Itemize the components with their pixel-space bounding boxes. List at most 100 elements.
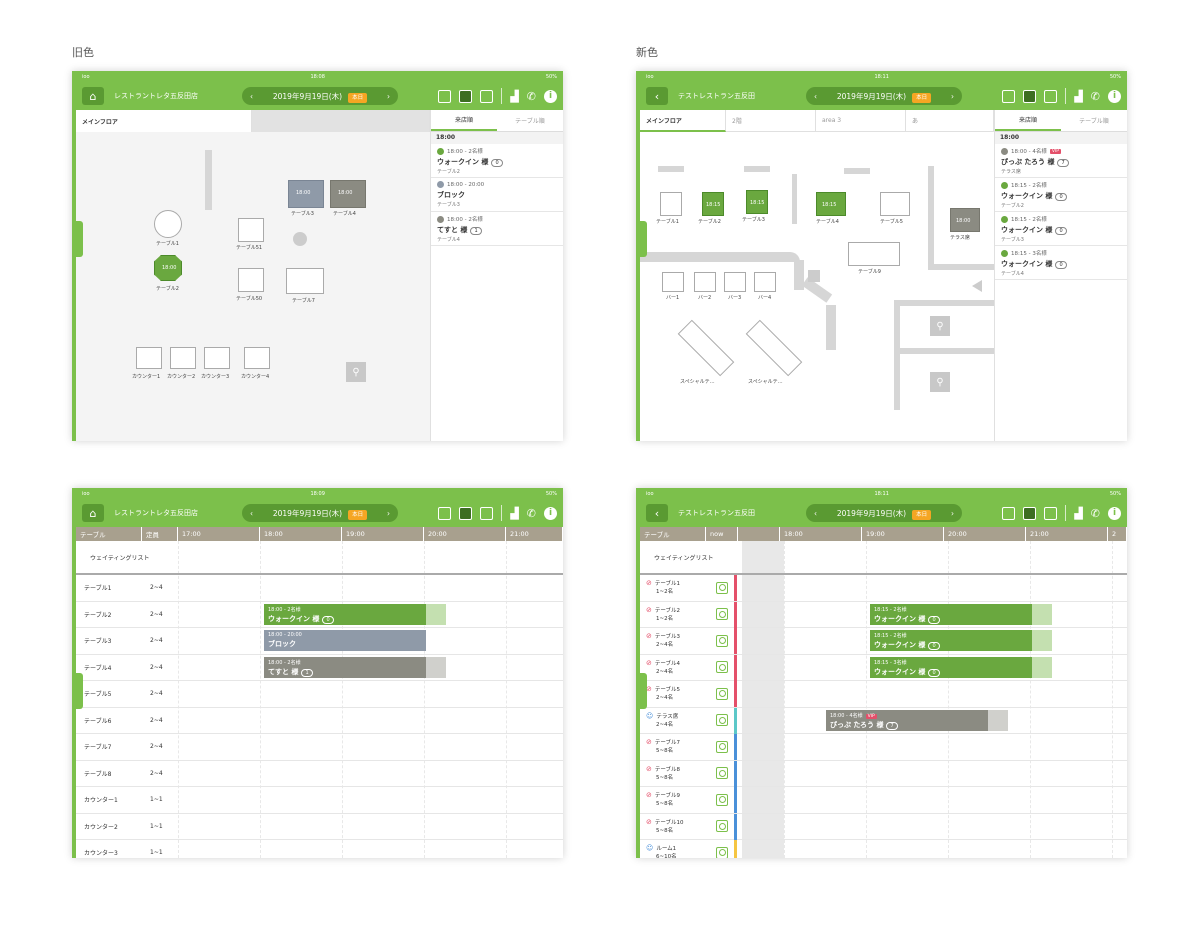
next-day-button[interactable]: › [387, 509, 390, 518]
table-51[interactable] [238, 218, 264, 242]
tab-table-order[interactable]: テーブル順 [1061, 110, 1127, 131]
list-item[interactable]: 18:00 - 2名様 ウォークイン 様 0 テーブル2 [431, 144, 563, 178]
seat-now-button[interactable] [716, 608, 728, 621]
list-item[interactable]: 18:15 - 3名様 ウォークイン 様 0 テーブル4 [995, 246, 1127, 280]
date-selector[interactable]: ‹ 2019年9月19日(木) 本日 › [806, 87, 962, 105]
date-selector[interactable]: ‹ 2019年9月19日(木) 本日 › [242, 504, 398, 522]
counter-3[interactable] [204, 347, 230, 369]
table-row[interactable]: ⊘ テーブル8 5~8名 [640, 760, 1127, 787]
seat-now-button[interactable] [716, 740, 728, 753]
table-row[interactable]: ⊘ テーブル5 2~4名 [640, 681, 1127, 708]
timeline-view-icon[interactable] [1023, 89, 1037, 103]
table-5[interactable] [880, 192, 910, 216]
seat-now-button[interactable] [716, 714, 728, 727]
reservation-bar[interactable]: 18:00 - 20:00 ブロック [264, 630, 426, 651]
prev-day-button[interactable]: ‹ [814, 509, 817, 518]
table-row[interactable]: カウンター2 1~1 [76, 814, 563, 840]
table-row[interactable]: カウンター1 1~1 [76, 787, 563, 814]
table-row[interactable]: テーブル5 2~4 [76, 681, 563, 708]
today-badge[interactable]: 本日 [912, 509, 932, 520]
table-1[interactable] [154, 210, 182, 238]
bar-1[interactable] [662, 272, 684, 292]
tab-main-floor[interactable]: メインフロア [640, 110, 726, 132]
table-row[interactable]: テーブル7 2~4 [76, 734, 563, 761]
prev-day-button[interactable]: ‹ [250, 509, 253, 518]
tab-table-order[interactable]: テーブル順 [497, 110, 563, 131]
table-row[interactable]: ⊘ テーブル7 5~8名 [640, 734, 1127, 761]
seat-now-button[interactable] [716, 767, 728, 780]
drawer-handle[interactable] [640, 673, 647, 709]
bar-2[interactable] [694, 272, 716, 292]
timeline-view-icon[interactable] [459, 506, 473, 520]
register-icon[interactable]: ▟ [1074, 507, 1082, 520]
home-button[interactable]: ⌂ [82, 87, 104, 105]
info-icon[interactable]: i [544, 89, 557, 103]
seat-now-button[interactable] [716, 820, 728, 833]
reservation-bar[interactable]: 18:00 - 2名様 ウォークイン 様0 [264, 603, 426, 625]
tab-main-floor[interactable]: メインフロア [76, 110, 252, 132]
today-badge[interactable]: 本日 [348, 92, 368, 103]
phone-icon[interactable]: ✆ [1091, 90, 1100, 103]
timeline-view-icon[interactable] [1023, 506, 1037, 520]
floor-view-icon[interactable] [1002, 506, 1016, 520]
list-view-icon[interactable] [480, 506, 494, 520]
list-view-icon[interactable] [1044, 506, 1058, 520]
drawer-handle[interactable] [640, 221, 647, 257]
table-row[interactable]: カウンター3 1~1 [76, 840, 563, 858]
seat-now-button[interactable] [716, 687, 728, 700]
phone-icon[interactable]: ✆ [1091, 507, 1100, 520]
waiting-list-row[interactable]: ウェイティングリスト [76, 541, 563, 575]
table-row[interactable]: テーブル1 2~4 [76, 575, 563, 602]
next-day-button[interactable]: › [387, 92, 390, 101]
register-icon[interactable]: ▟ [1074, 90, 1082, 103]
counter-4[interactable] [244, 347, 270, 369]
reservation-bar[interactable]: 18:15 - 3名様 ウォークイン 様0 [870, 656, 1032, 678]
seat-now-button[interactable] [716, 661, 728, 674]
list-item[interactable]: 18:00 - 20:00 ブロック テーブル3 [431, 178, 563, 212]
list-item[interactable]: 18:15 - 2名様 ウォークイン 様 0 テーブル2 [995, 178, 1127, 212]
date-selector[interactable]: ‹ 2019年9月19日(木) 本日 › [806, 504, 962, 522]
back-button[interactable]: ‹ [646, 504, 668, 522]
reservation-bar[interactable]: 18:15 - 2名様 ウォークイン 様0 [870, 630, 1032, 651]
table-row[interactable]: テーブル8 2~4 [76, 761, 563, 787]
counter-1[interactable] [136, 347, 162, 369]
date-selector[interactable]: ‹ 2019年9月19日(木) 本日 › [242, 87, 398, 105]
seat-now-button[interactable] [716, 634, 728, 647]
table-1[interactable] [660, 192, 682, 216]
register-icon[interactable]: ▟ [510, 90, 518, 103]
info-icon[interactable]: i [1108, 506, 1121, 520]
table-50[interactable] [238, 268, 264, 292]
special-table-1[interactable] [677, 319, 735, 377]
info-icon[interactable]: i [1108, 89, 1121, 103]
tab-arrival-order[interactable]: 来店順 [995, 110, 1061, 131]
today-badge[interactable]: 本日 [348, 509, 368, 520]
info-icon[interactable]: i [544, 506, 557, 520]
table-row[interactable]: テーブル6 2~4 [76, 708, 563, 734]
next-day-button[interactable]: › [951, 92, 954, 101]
counter-2[interactable] [170, 347, 196, 369]
prev-day-button[interactable]: ‹ [814, 92, 817, 101]
tab-area-3[interactable]: area 3 [816, 110, 906, 132]
list-item[interactable]: 18:00 - 4名様 VIP ぴっぷ たろう 様 7 テラス席 [995, 144, 1127, 178]
bar-4[interactable] [754, 272, 776, 292]
table-row[interactable]: ⊘ テーブル10 5~8名 [640, 813, 1127, 840]
table-row[interactable]: ⊘ テーブル9 5~8名 [640, 787, 1127, 814]
floor-view-icon[interactable] [1002, 89, 1016, 103]
table-9[interactable] [848, 242, 900, 266]
waiting-list-row[interactable]: ウェイティングリスト [640, 541, 1127, 575]
reservation-bar[interactable]: 18:15 - 2名様 ウォークイン 様0 [870, 603, 1032, 625]
next-day-button[interactable]: › [951, 509, 954, 518]
phone-icon[interactable]: ✆ [527, 507, 536, 520]
phone-icon[interactable]: ✆ [527, 90, 536, 103]
list-view-icon[interactable] [480, 89, 494, 103]
table-row[interactable]: ☺ ルーム1 6~10名 [640, 840, 1127, 858]
reservation-bar[interactable]: 18:00 - 2名様 てすと 様1 [264, 656, 426, 678]
seat-now-button[interactable] [716, 793, 728, 806]
list-item[interactable]: 18:00 - 2名様 てすと 様 1 テーブル4 [431, 212, 563, 246]
table-row[interactable]: ⊘ テーブル1 1~2名 [640, 575, 1127, 602]
prev-day-button[interactable]: ‹ [250, 92, 253, 101]
drawer-handle[interactable] [76, 221, 83, 257]
tab-arrival-order[interactable]: 来店順 [431, 110, 497, 131]
special-table-2[interactable] [745, 319, 803, 377]
back-button[interactable]: ‹ [646, 87, 668, 105]
